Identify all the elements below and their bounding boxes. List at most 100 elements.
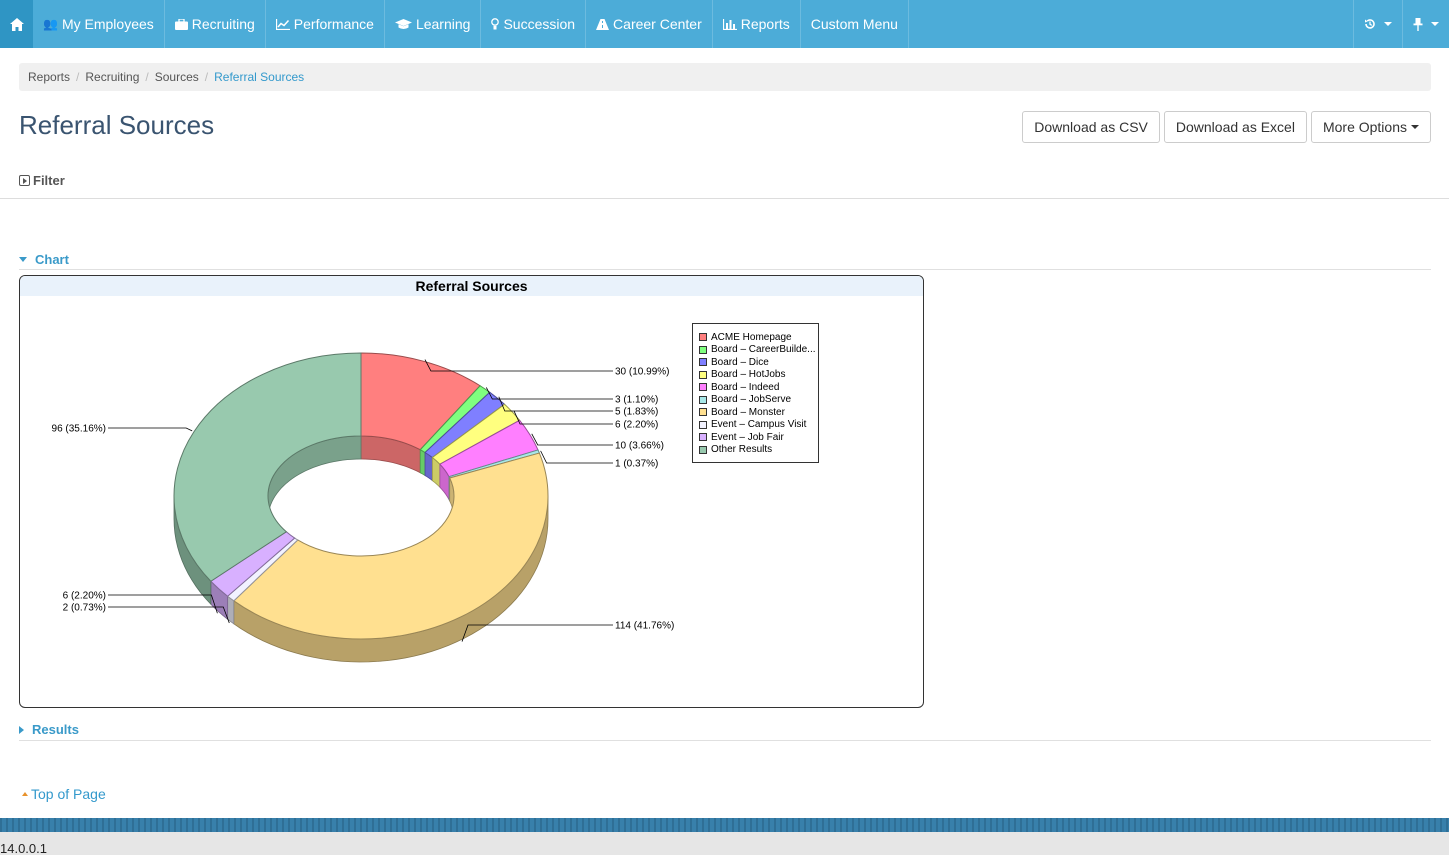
label-leader-line xyxy=(513,410,613,425)
data-label: 6 (2.20%) xyxy=(63,591,106,602)
legend-label: ACME Homepage xyxy=(711,331,792,343)
data-label: 2 (0.73%) xyxy=(63,603,106,614)
nav-career-center[interactable]: Career Center xyxy=(586,0,713,48)
more-options-button[interactable]: More Options xyxy=(1310,111,1431,143)
breadcrumb: Reports / Recruiting / Sources / Referra… xyxy=(19,63,1431,91)
legend-item: Event – Campus Visit xyxy=(699,419,818,432)
expand-icon xyxy=(19,175,30,186)
home-button[interactable] xyxy=(0,0,33,48)
briefcase-icon xyxy=(174,18,188,30)
legend-swatch xyxy=(699,383,707,392)
nav-succession[interactable]: Succession xyxy=(481,0,587,48)
legend-item: ACME Homepage xyxy=(699,331,818,344)
pin-menu[interactable] xyxy=(1402,0,1449,48)
filter-toggle[interactable]: Filter xyxy=(19,173,65,188)
chart-section-toggle[interactable]: Chart xyxy=(19,252,69,267)
expand-icon xyxy=(19,725,24,734)
nav-label: Learning xyxy=(415,16,471,32)
legend-label: Other Results xyxy=(711,444,773,456)
legend-swatch xyxy=(699,358,707,367)
legend-swatch xyxy=(699,345,707,354)
top-nav: 👥 My Employees Recruiting Performance Le… xyxy=(0,0,1449,48)
filter-label: Filter xyxy=(33,173,65,188)
legend-swatch xyxy=(699,395,707,404)
breadcrumb-current: Referral Sources xyxy=(214,70,305,84)
data-label: 96 (35.16%) xyxy=(52,424,106,435)
legend-swatch xyxy=(699,433,707,442)
nav-my-employees[interactable]: 👥 My Employees xyxy=(33,0,165,48)
label-leader-line xyxy=(108,606,230,624)
legend-item: Board – CareerBuilde... xyxy=(699,344,818,357)
label-leader-line xyxy=(424,359,613,372)
breadcrumb-separator: / xyxy=(145,70,149,84)
download-excel-button[interactable]: Download as Excel xyxy=(1163,111,1307,143)
legend-label: Board – CareerBuilde... xyxy=(711,344,816,356)
nav-right xyxy=(1353,0,1449,48)
label-leader-line xyxy=(540,450,613,464)
data-label: 30 (10.99%) xyxy=(615,367,669,378)
action-buttons: Download as CSV Download as Excel More O… xyxy=(1022,111,1431,143)
chevron-down-icon xyxy=(1411,125,1419,129)
legend-item: Board – Dice xyxy=(699,356,818,369)
label-leader-line xyxy=(531,433,613,446)
bar-chart-icon xyxy=(722,18,737,30)
breadcrumb-item[interactable]: Reports xyxy=(28,70,70,84)
nav-performance[interactable]: Performance xyxy=(266,0,385,48)
pin-icon xyxy=(1413,17,1423,31)
data-label: 1 (0.37%) xyxy=(615,459,658,470)
more-options-label: More Options xyxy=(1322,119,1407,135)
chevron-down-icon xyxy=(1431,22,1439,26)
divider xyxy=(19,269,1431,270)
history-icon xyxy=(1365,19,1375,29)
legend-item: Board – JobServe xyxy=(699,394,818,407)
label-leader-line xyxy=(108,594,218,614)
legend-label: Board – Indeed xyxy=(711,381,780,393)
data-label: 114 (41.76%) xyxy=(615,621,674,632)
nav-label: Custom Menu xyxy=(810,16,898,32)
breadcrumb-item[interactable]: Sources xyxy=(155,70,199,84)
legend-label: Event – Job Fair xyxy=(711,431,784,443)
nav-recruiting[interactable]: Recruiting xyxy=(165,0,266,48)
breadcrumb-item[interactable]: Recruiting xyxy=(85,70,139,84)
arrow-up-icon xyxy=(22,792,28,796)
line-chart-icon xyxy=(275,18,290,30)
history-menu[interactable] xyxy=(1353,0,1402,48)
results-section-label: Results xyxy=(32,722,79,737)
divider xyxy=(19,740,1431,741)
results-section-toggle[interactable]: Results xyxy=(19,722,79,737)
legend-swatch xyxy=(699,420,707,429)
legend-label: Event – Campus Visit xyxy=(711,419,807,431)
chevron-down-icon xyxy=(1384,22,1392,26)
collapse-icon xyxy=(19,257,27,262)
page-title: Referral Sources xyxy=(19,110,215,140)
label-leader-line xyxy=(461,624,613,642)
legend-item: Board – HotJobs xyxy=(699,369,818,382)
nav-learning[interactable]: Learning xyxy=(385,0,482,48)
home-icon xyxy=(9,17,24,31)
data-label: 6 (2.20%) xyxy=(615,420,658,431)
legend-label: Board – Monster xyxy=(711,406,785,418)
legend-label: Board – Dice xyxy=(711,356,769,368)
nav-label: Career Center xyxy=(613,16,702,32)
data-label: 10 (3.66%) xyxy=(615,441,664,452)
nav-label: Recruiting xyxy=(191,16,255,32)
download-csv-button[interactable]: Download as CSV xyxy=(1022,111,1160,143)
legend-item: Other Results xyxy=(699,444,818,457)
legend-swatch xyxy=(699,445,707,454)
nav-custom-menu[interactable]: Custom Menu xyxy=(801,0,909,48)
users-icon: 👥 xyxy=(43,17,58,31)
divider xyxy=(0,198,1449,199)
footer: 14.0.0.1 xyxy=(0,832,1449,855)
nav-label: Reports xyxy=(740,16,790,32)
data-label: 5 (1.83%) xyxy=(615,407,658,418)
nav-reports[interactable]: Reports xyxy=(713,0,801,48)
legend-swatch xyxy=(699,370,707,379)
lightbulb-icon xyxy=(491,18,500,30)
label-leader-line xyxy=(485,387,613,400)
road-icon xyxy=(596,18,610,30)
nav-label: Succession xyxy=(503,16,576,32)
legend-label: Board – JobServe xyxy=(711,394,792,406)
legend-item: Board – Indeed xyxy=(699,381,818,394)
top-of-page-link[interactable]: Top of Page xyxy=(22,786,106,802)
legend-item: Event – Job Fair xyxy=(699,431,818,444)
